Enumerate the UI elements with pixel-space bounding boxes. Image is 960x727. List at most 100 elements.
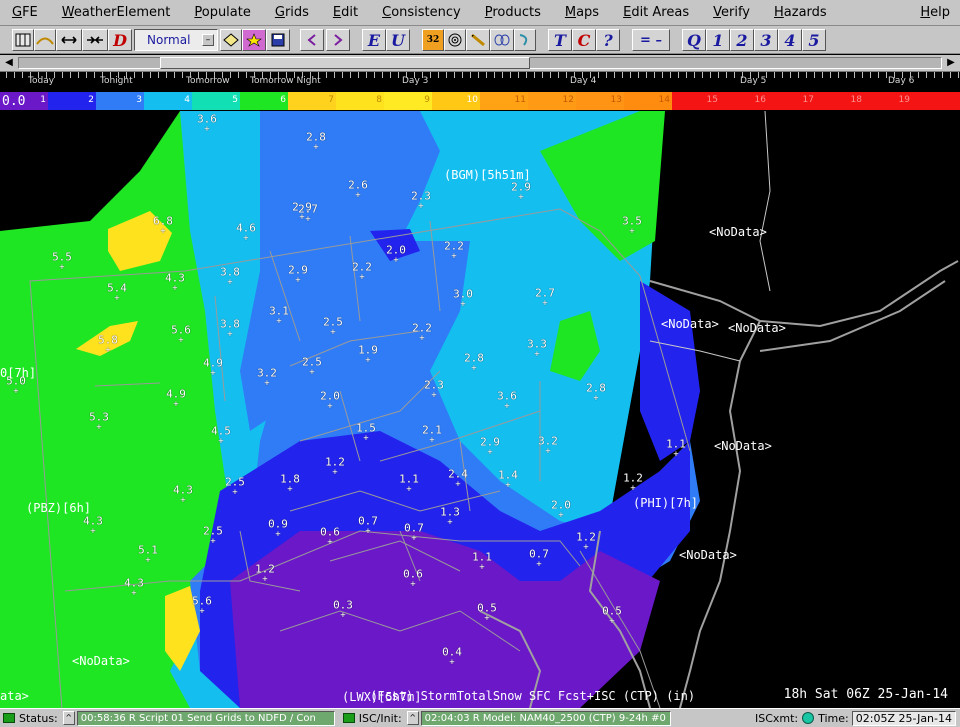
time-tick xyxy=(198,72,199,78)
status-expand-icon[interactable]: ^ xyxy=(62,711,75,725)
menu-grids[interactable]: Grids xyxy=(263,0,321,26)
grid-point-marker-icon: + xyxy=(327,537,333,548)
equals-minus-button[interactable]: = – xyxy=(632,29,670,51)
isc-message[interactable]: 02:04:03 R Model: NAM40_2500 (CTP) 9-24h… xyxy=(420,710,671,726)
color-swatch[interactable] xyxy=(912,92,960,110)
grid-value: 0.5 + xyxy=(477,602,497,624)
grid-value: 3.6 + xyxy=(497,390,517,412)
e-button[interactable]: E xyxy=(362,29,386,51)
step-forward-button[interactable] xyxy=(326,29,350,51)
quadrant-3-button[interactable]: 3 xyxy=(754,29,778,51)
chevron-down-icon[interactable]: – xyxy=(202,34,214,46)
spatial-editor-map[interactable]: 3.6 + 2.8 + 2.6 + 2.3 + 2.9 + 2.9 + 2.7 + 3.5 + 6.8 + 4.6 +… xyxy=(0,111,960,708)
t-button[interactable]: T xyxy=(548,29,572,51)
contour-icon xyxy=(494,34,510,46)
day-label-today: Today xyxy=(28,76,55,86)
color-swatch[interactable]: 15 xyxy=(672,92,720,110)
edit-mode-select[interactable]: Normal – xyxy=(134,29,218,51)
color-swatch[interactable]: 13 xyxy=(576,92,624,110)
q-button[interactable]: Q xyxy=(682,29,706,51)
step-back-button[interactable] xyxy=(300,29,324,51)
time-tick xyxy=(366,72,367,78)
time-tick xyxy=(934,72,935,78)
scroll-right-icon[interactable]: ▶ xyxy=(944,57,958,69)
grid-point-marker-icon: + xyxy=(218,436,224,447)
expand-time-button[interactable] xyxy=(56,29,82,51)
color-swatch[interactable]: 19 xyxy=(864,92,912,110)
chevron-left-icon xyxy=(307,34,316,46)
time-tick xyxy=(686,72,687,78)
color-swatch[interactable]: 3 xyxy=(96,92,144,110)
color-swatch[interactable]: 5 xyxy=(192,92,240,110)
grid-manager-icon-button[interactable] xyxy=(12,29,34,51)
menu-populate[interactable]: Populate xyxy=(182,0,263,26)
grid-value: 3.2 + xyxy=(538,435,558,457)
color-legend-bar[interactable]: 1 2 3 4 5 6 7 8 9 10 11 12 13 14 15 16 17 18 19 xyxy=(0,92,960,110)
grid-value: 2.1 + xyxy=(422,424,442,446)
target-tool-button[interactable] xyxy=(444,29,466,51)
color-swatch[interactable]: 7 xyxy=(288,92,336,110)
menu-hazards[interactable]: Hazards xyxy=(762,0,839,26)
color-swatch[interactable]: 16 xyxy=(720,92,768,110)
isc-expand-icon[interactable]: ^ xyxy=(406,711,419,725)
color-swatch[interactable]: 17 xyxy=(768,92,816,110)
time-tick xyxy=(958,72,959,78)
quadrant-1-button[interactable]: 1 xyxy=(706,29,730,51)
scroll-thumb[interactable] xyxy=(160,57,530,69)
color-swatch[interactable]: 18 xyxy=(816,92,864,110)
diamond-tool-button[interactable] xyxy=(220,29,242,51)
color-swatch[interactable]: 2 xyxy=(48,92,96,110)
time-tick xyxy=(590,72,591,78)
grid-point-marker-icon: + xyxy=(313,142,319,153)
time-tick xyxy=(486,72,487,78)
quadrant-4-button[interactable]: 4 xyxy=(778,29,802,51)
menu-gfe[interactable]: GFE xyxy=(0,0,50,26)
color-swatch[interactable]: 12 xyxy=(528,92,576,110)
curve-tool-button[interactable] xyxy=(34,29,56,51)
grid-timebar[interactable]: Today Tonight Tomorrow Tomorrow Night Da… xyxy=(0,71,960,91)
size-32-button[interactable]: 32 xyxy=(422,29,444,51)
color-swatch[interactable]: 14 xyxy=(624,92,672,110)
chevron-right-icon xyxy=(334,34,343,46)
pencil-tool-button[interactable] xyxy=(466,29,490,51)
menu-help[interactable]: Help xyxy=(908,0,960,26)
time-scrollbar[interactable]: ◀ ▶ xyxy=(0,55,960,71)
grid-point-marker-icon: + xyxy=(243,233,249,244)
color-swatch[interactable]: 9 xyxy=(384,92,432,110)
grid-value: 0.6 + xyxy=(403,568,423,590)
c-button[interactable]: C xyxy=(572,29,596,51)
scroll-left-icon[interactable]: ◀ xyxy=(2,57,16,69)
status-message[interactable]: 00:58:36 R Script 01 Send Grids to NDFD … xyxy=(76,710,335,726)
smooth-tool-button[interactable] xyxy=(514,29,536,51)
menu-edit[interactable]: Edit xyxy=(321,0,370,26)
compress-time-button[interactable] xyxy=(82,29,108,51)
menu-weatherelement[interactable]: WeatherElement xyxy=(50,0,183,26)
u-button[interactable]: U xyxy=(386,29,410,51)
star-icon xyxy=(246,33,262,47)
menu-verify[interactable]: Verify xyxy=(701,0,762,26)
iscxmt-indicator-icon[interactable] xyxy=(802,712,815,724)
color-swatch-label: 7 xyxy=(328,95,334,105)
grid-value: 1.8 + xyxy=(280,473,300,495)
color-swatch[interactable]: 11 xyxy=(480,92,528,110)
color-swatch[interactable]: 8 xyxy=(336,92,384,110)
color-swatch[interactable]: 4 xyxy=(144,92,192,110)
menu-edit-areas[interactable]: Edit Areas xyxy=(611,0,701,26)
color-swatch[interactable]: 6 xyxy=(240,92,288,110)
time-tick xyxy=(654,72,655,78)
d-button[interactable]: D xyxy=(108,29,132,51)
help-question-button[interactable]: ? xyxy=(596,29,620,51)
highlight-tool-button[interactable] xyxy=(242,29,266,51)
grid-point-marker-icon: + xyxy=(178,335,184,346)
save-button[interactable] xyxy=(266,29,290,51)
color-swatch[interactable]: 10 xyxy=(432,92,480,110)
converge-arrow-icon xyxy=(87,36,103,44)
menu-products[interactable]: Products xyxy=(473,0,553,26)
contour-tool-button[interactable] xyxy=(490,29,514,51)
menu-consistency[interactable]: Consistency xyxy=(370,0,473,26)
quadrant-2-button[interactable]: 2 xyxy=(730,29,754,51)
grid-value: 2.0 + xyxy=(320,390,340,412)
menu-maps[interactable]: Maps xyxy=(553,0,611,26)
quadrant-5-button[interactable]: 5 xyxy=(802,29,826,51)
grid-value: 1.1 + xyxy=(472,551,492,573)
